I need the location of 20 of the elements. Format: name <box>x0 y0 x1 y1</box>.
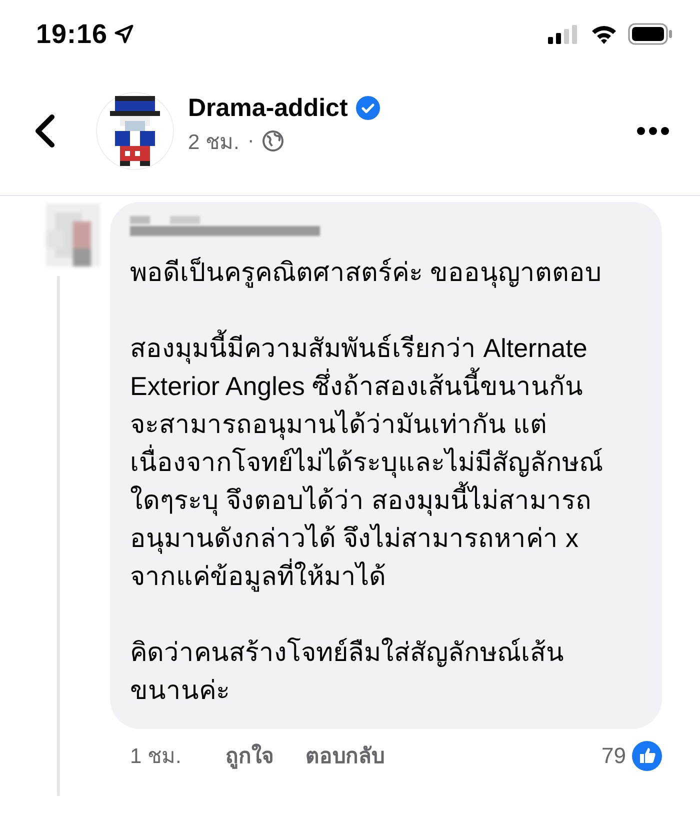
thumbs-up-icon <box>632 740 662 770</box>
separator-dot: · <box>247 129 254 153</box>
clock-time: 19:16 <box>36 18 108 50</box>
more-options-button[interactable] <box>636 126 670 136</box>
comment-text: คิดว่าคนสร้างโจทย์ลืมใส่สัญลักษณ์เส้น ขนานค่ะ <box>130 636 565 707</box>
battery-icon <box>628 23 672 45</box>
globe-icon <box>262 130 284 152</box>
comment-time: 1 ชม. <box>130 744 182 770</box>
signal-icon <box>548 24 580 44</box>
comment-text: พอดีเป็นครูคณิตศาสตร์ค่ะ ขออนุญาตตอบ <box>130 256 604 290</box>
comment-action-link[interactable]: ถูกใจ <box>225 739 274 772</box>
location-arrow-icon <box>114 24 134 44</box>
wifi-icon <box>590 24 618 44</box>
page-name[interactable]: Drama-addict <box>188 94 348 122</box>
comment-text: สองมุมนี้มีความสัมพันธ์เรียกว่า Alternate Exterior Angles ซึ่งถ้าสองเส้นนี้ขนานกัน จะสามารถอนุมานได้ว่ามันเท่ากัน แต่ เนื่องจากโจทย์ไม่ได้ระบุและไม่มีสัญลักษณ์ ใดๆระบุ จึงตอบได้ว่า สองมุมนี้ไม่สามารถ อนุมานดังกล่าวได้ จึงไม่สามารถหาค่า x จากแค่ข้อมูลที่ให้มาได้ <box>130 329 640 595</box>
profile-avatar[interactable] <box>96 92 174 170</box>
pixel-figure-icon <box>110 96 160 166</box>
post-time: 2 ชม. <box>188 130 240 156</box>
reaction-count: 79 <box>602 742 626 768</box>
comment-action-link[interactable]: ตอบกลับ <box>305 739 384 772</box>
